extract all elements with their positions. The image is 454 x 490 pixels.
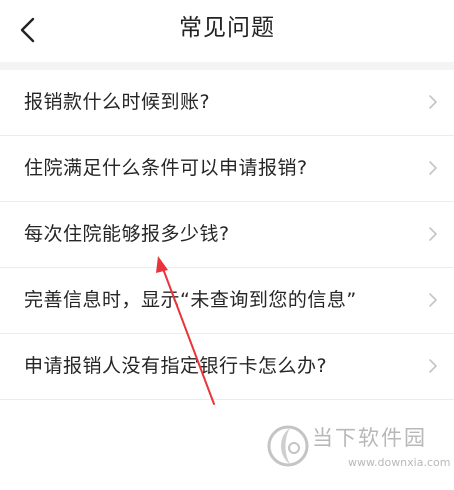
chevron-right-icon (429, 293, 437, 307)
app-header: 常见问题 (0, 0, 454, 62)
faq-item-label: 申请报销人没有指定银行卡怎么办? (24, 355, 328, 377)
faq-item-arrival-time[interactable]: 报销款什么时候到账? (0, 70, 454, 136)
chevron-right-icon (429, 227, 437, 241)
faq-item-label: 完善信息时，显示“未查询到您的信息” (24, 289, 357, 311)
watermark-url: www.downxia.com (348, 456, 451, 469)
faq-item-label: 每次住院能够报多少钱? (24, 223, 230, 245)
watermark-logo-icon (267, 425, 309, 467)
chevron-right-icon (429, 359, 437, 373)
faq-list: 报销款什么时候到账? 住院满足什么条件可以申请报销? 每次住院能够报多少钱? 完… (0, 70, 454, 400)
faq-item-label: 住院满足什么条件可以申请报销? (24, 157, 308, 179)
page-title: 常见问题 (179, 15, 275, 41)
faq-item-no-bank-card[interactable]: 申请报销人没有指定银行卡怎么办? (0, 334, 454, 400)
chevron-right-icon (429, 95, 437, 109)
faq-item-eligibility[interactable]: 住院满足什么条件可以申请报销? (0, 136, 454, 202)
watermark-name: 当下软件园 (312, 426, 427, 450)
faq-item-label: 报销款什么时候到账? (24, 91, 211, 113)
faq-item-info-not-found[interactable]: 完善信息时，显示“未查询到您的信息” (0, 268, 454, 334)
section-gap (0, 62, 454, 70)
chevron-right-icon (429, 161, 437, 175)
faq-item-reimbursement-amount[interactable]: 每次住院能够报多少钱? (0, 202, 454, 268)
watermark: 当下软件园 www.downxia.com (266, 420, 450, 480)
